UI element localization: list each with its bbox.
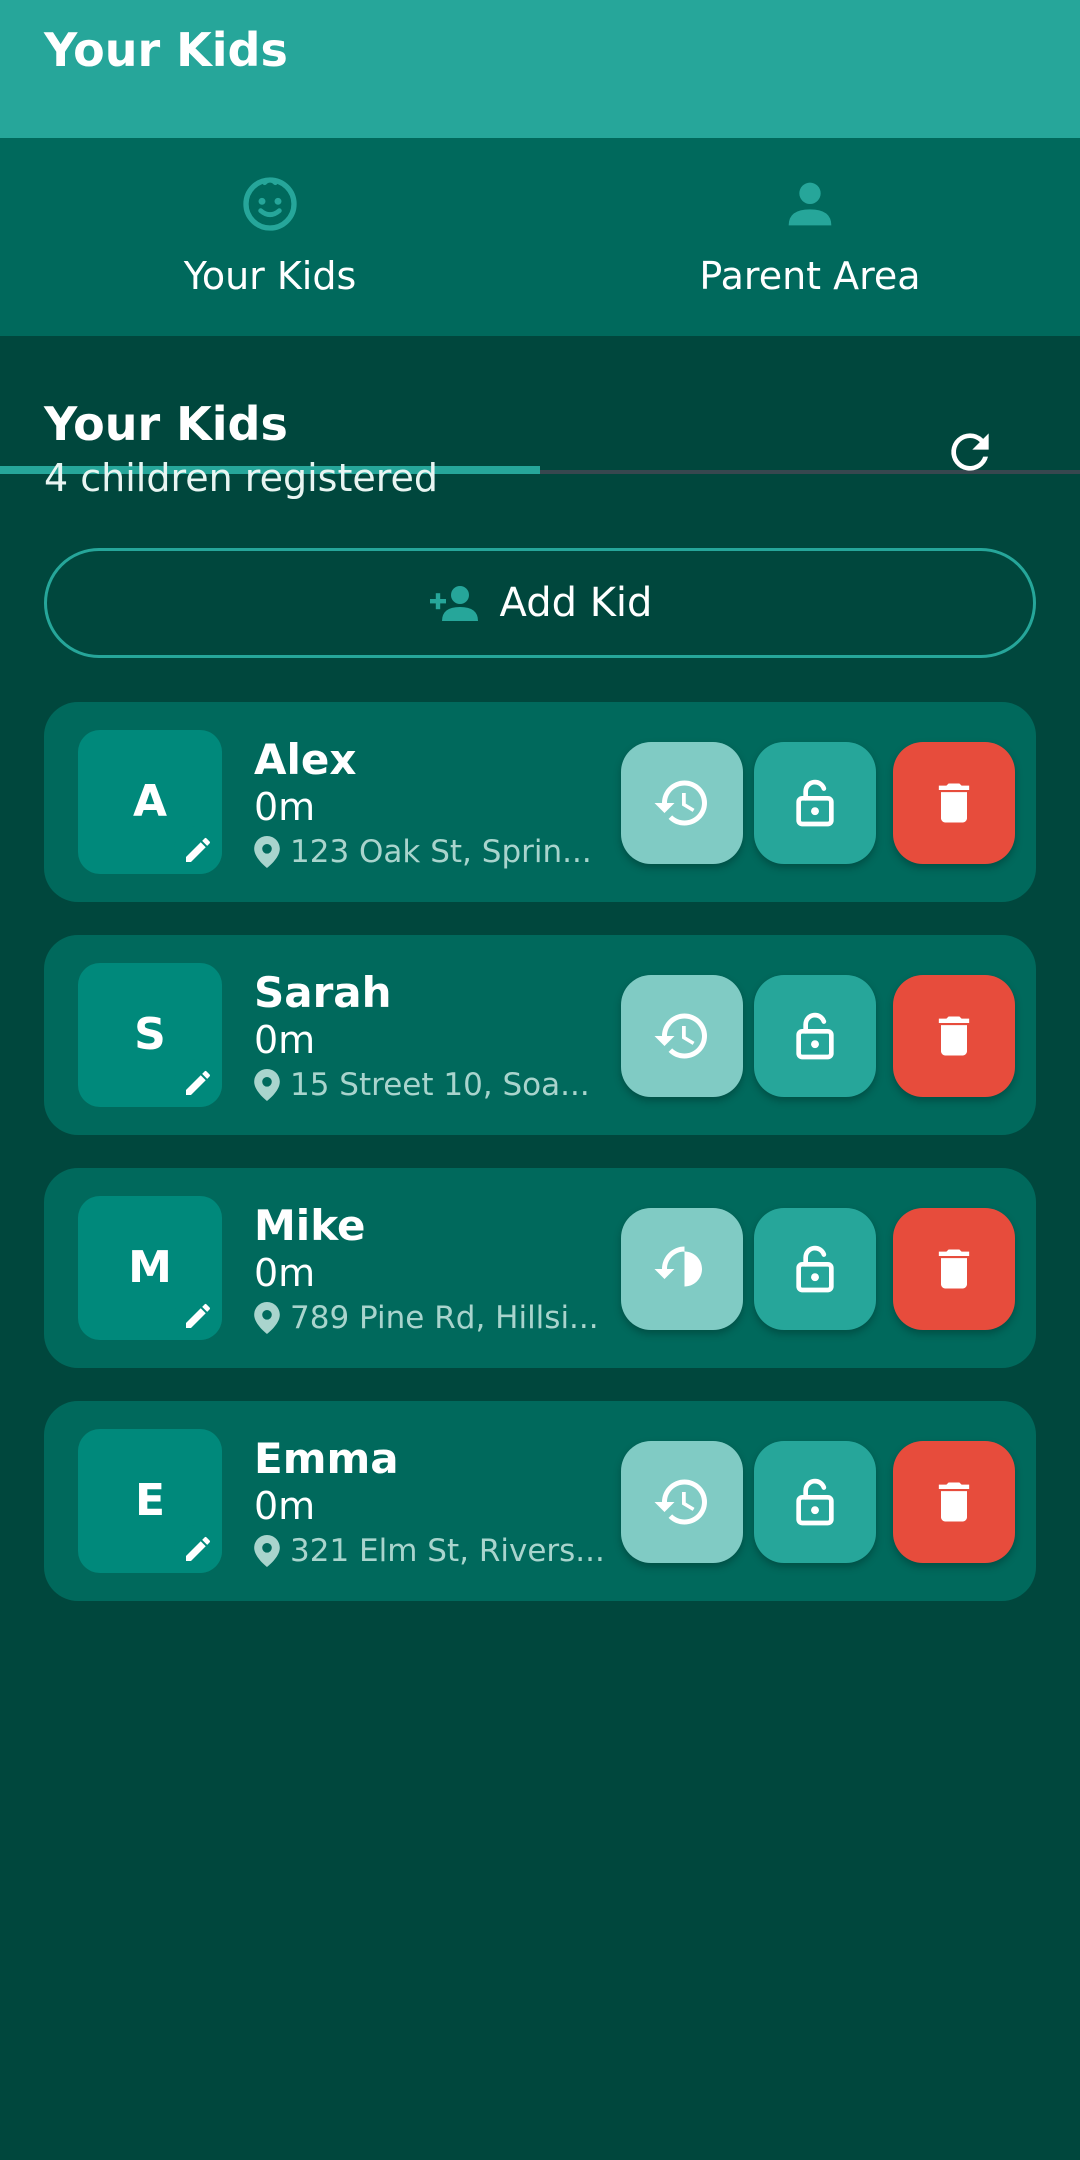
edit-icon[interactable]	[174, 1059, 222, 1107]
avatar-initial: M	[128, 1242, 172, 1293]
avatar-initial: A	[132, 776, 168, 827]
kid-distance: 0m	[254, 1251, 316, 1295]
lock-button[interactable]	[754, 1208, 876, 1330]
kid-distance: 0m	[254, 1484, 316, 1528]
refresh-button[interactable]	[930, 412, 1010, 492]
kid-distance: 0m	[254, 785, 316, 829]
kid-address: 15 Street 10, Soa...	[254, 1065, 654, 1105]
kid-avatar[interactable]: M	[78, 1196, 222, 1340]
kid-avatar[interactable]: S	[78, 963, 222, 1107]
kid-address-text: 321 Elm St, Rivers...	[290, 1533, 605, 1569]
kid-name: Emma	[254, 1434, 399, 1483]
tab-parent-area-label: Parent Area	[699, 254, 921, 298]
add-kid-label: Add Kid	[499, 580, 653, 626]
section-title: Your Kids	[44, 397, 288, 451]
kid-name: Sarah	[254, 968, 392, 1017]
location-history-button[interactable]	[621, 1441, 743, 1563]
edit-icon[interactable]	[174, 826, 222, 874]
delete-button[interactable]	[893, 975, 1015, 1097]
location-pin-icon	[254, 836, 280, 868]
tab-bar: Your Kids Parent Area	[0, 138, 1080, 474]
delete-button[interactable]	[893, 1208, 1015, 1330]
trash-icon	[938, 783, 970, 823]
lock-button[interactable]	[754, 1441, 876, 1563]
children-count: 4 children registered	[44, 456, 439, 500]
unlock-icon	[796, 1245, 834, 1293]
edit-icon[interactable]	[174, 1292, 222, 1340]
history-icon	[654, 780, 707, 826]
lock-button[interactable]	[754, 975, 876, 1097]
avatar-initial: E	[134, 1475, 166, 1526]
tab-parent-area[interactable]: Parent Area	[540, 138, 1080, 336]
unlock-icon	[796, 1012, 834, 1060]
edit-icon[interactable]	[174, 1525, 222, 1573]
trash-icon	[938, 1249, 970, 1289]
lock-button[interactable]	[754, 742, 876, 864]
kid-name: Mike	[254, 1201, 366, 1250]
person-icon	[788, 182, 832, 226]
baby-face-icon	[243, 177, 297, 231]
history-icon	[654, 1246, 702, 1287]
app-bar: Your Kids	[0, 0, 1080, 138]
location-pin-icon	[254, 1302, 280, 1334]
kid-card-mike[interactable]: M Mike 0m 789 Pine Rd, Hillsi...	[44, 1168, 1036, 1368]
unlock-icon	[796, 1478, 834, 1526]
add-kid-button[interactable]: Add Kid	[44, 548, 1036, 658]
location-history-button[interactable]	[621, 975, 743, 1097]
kid-address-text: 123 Oak St, Sprin...	[290, 834, 592, 870]
app-bar-title: Your Kids	[44, 23, 288, 77]
refresh-icon	[951, 433, 989, 471]
tab-your-kids-label: Your Kids	[183, 254, 357, 298]
unlock-icon	[796, 779, 834, 827]
delete-button[interactable]	[893, 1441, 1015, 1563]
person-add-icon	[429, 586, 478, 621]
trash-icon	[938, 1016, 970, 1056]
location-pin-icon	[254, 1069, 280, 1101]
kid-card-alex[interactable]: A Alex 0m 123 Oak St, Sprin...	[44, 702, 1036, 902]
tab-your-kids[interactable]: Your Kids	[0, 138, 540, 336]
kid-address: 123 Oak St, Sprin...	[254, 832, 654, 872]
kid-address-text: 15 Street 10, Soa...	[290, 1067, 590, 1103]
kid-avatar[interactable]: A	[78, 730, 222, 874]
location-history-button[interactable]	[621, 1208, 743, 1330]
kid-card-sarah[interactable]: S Sarah 0m 15 Street 10, Soa...	[44, 935, 1036, 1135]
location-history-button[interactable]	[621, 742, 743, 864]
kid-address: 789 Pine Rd, Hillsi...	[254, 1298, 654, 1338]
kid-address: 321 Elm St, Rivers...	[254, 1531, 654, 1571]
kid-name: Alex	[254, 735, 357, 784]
location-pin-icon	[254, 1535, 280, 1567]
delete-button[interactable]	[893, 742, 1015, 864]
history-icon	[654, 1013, 707, 1059]
kid-avatar[interactable]: E	[78, 1429, 222, 1573]
trash-icon	[938, 1482, 970, 1522]
kid-card-emma[interactable]: E Emma 0m 321 Elm St, Rivers...	[44, 1401, 1036, 1601]
history-icon	[654, 1479, 707, 1525]
kid-address-text: 789 Pine Rd, Hillsi...	[290, 1300, 599, 1336]
kid-distance: 0m	[254, 1018, 316, 1062]
avatar-initial: S	[134, 1009, 166, 1060]
